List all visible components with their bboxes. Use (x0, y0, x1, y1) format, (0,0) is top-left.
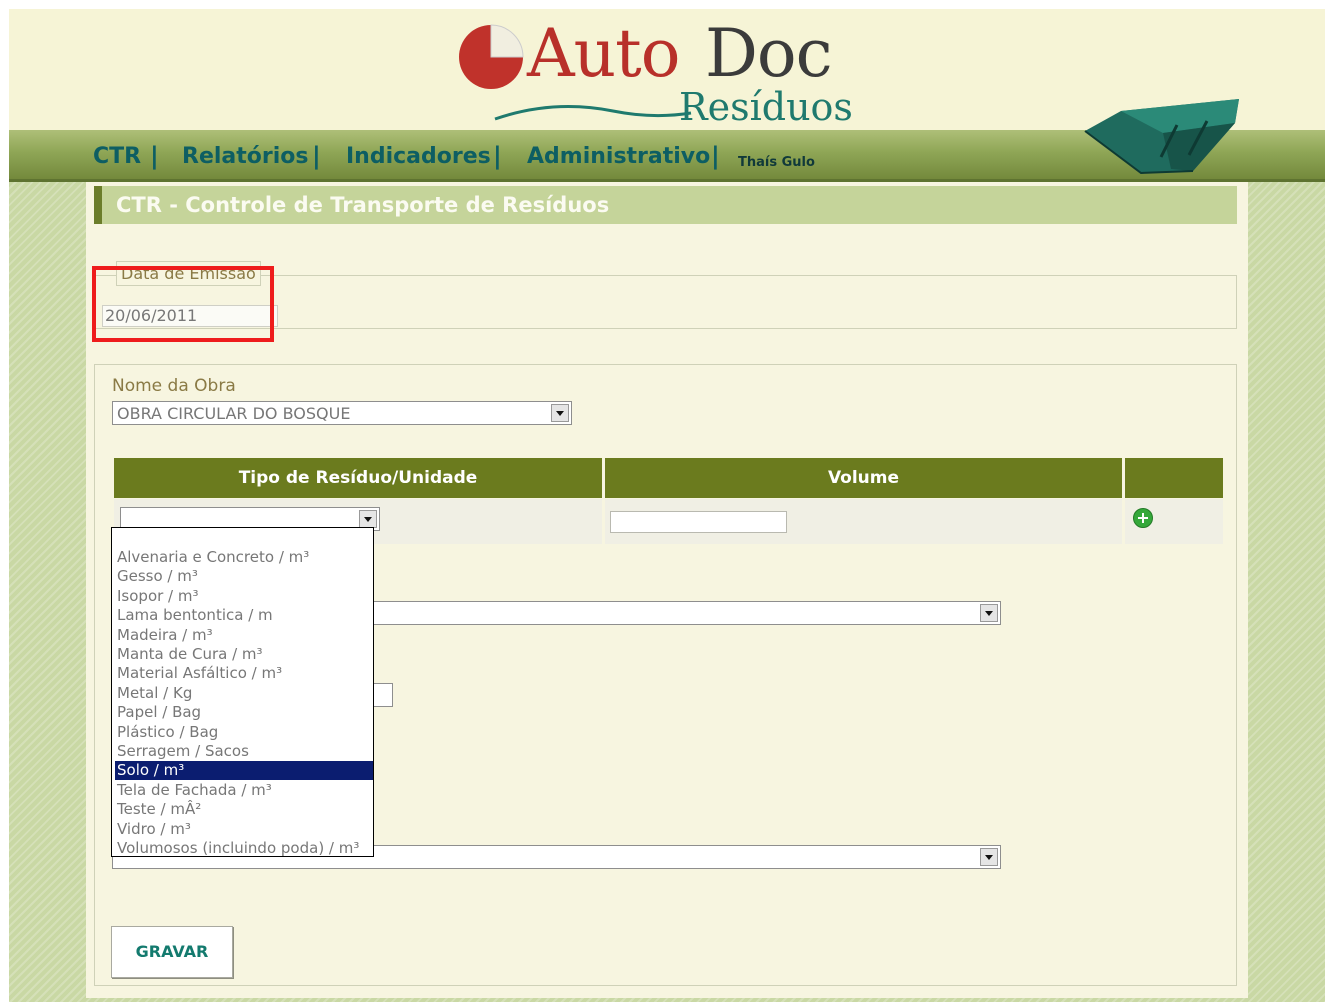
nav-separator: | (312, 142, 321, 170)
dropdown-option[interactable]: Metal / Kg (115, 684, 373, 703)
save-button[interactable]: GRAVAR (111, 926, 233, 978)
dropdown-option[interactable]: Solo / m³ (115, 761, 373, 781)
dropdown-option[interactable]: Lama bentontica / m (115, 606, 373, 625)
chevron-down-icon[interactable] (980, 848, 998, 866)
page-title: CTR - Controle de Transporte de Resíduos (116, 193, 610, 217)
nav-separator: | (711, 142, 720, 170)
column-header-tipo: Tipo de Resíduo/Unidade (114, 458, 602, 498)
nav-separator: | (150, 142, 159, 170)
dropdown-option[interactable]: Serragem / Sacos (115, 742, 373, 761)
logo-text-residuos: Resíduos (679, 85, 853, 129)
logo-text-auto: Auto (527, 15, 680, 92)
dropdown-option[interactable]: Manta de Cura / m³ (115, 645, 373, 664)
add-row-icon[interactable] (1133, 508, 1153, 528)
dropdown-option[interactable]: Tela de Fachada / m³ (115, 781, 373, 800)
dropdown-option[interactable]: Vidro / m³ (115, 820, 373, 839)
nav-item-administrativo[interactable]: Administrativo (527, 144, 710, 169)
obra-select-value: OBRA CIRCULAR DO BOSQUE (117, 404, 351, 423)
obra-select[interactable]: OBRA CIRCULAR DO BOSQUE (112, 401, 572, 425)
nav-separator: | (493, 142, 502, 170)
volume-input[interactable] (610, 511, 787, 533)
logo-pie-icon (459, 24, 524, 89)
logo-swoosh-icon (494, 105, 692, 121)
logo-text-doc: Doc (705, 15, 833, 92)
nav-item-indicadores[interactable]: Indicadores (346, 144, 491, 169)
dropdown-option[interactable]: Plástico / Bag (115, 723, 373, 742)
dropdown-option[interactable]: Gesso / m³ (115, 567, 373, 586)
column-header-volume: Volume (605, 458, 1122, 498)
chevron-down-icon[interactable] (359, 510, 377, 528)
dumpster-icon (1084, 99, 1239, 175)
column-header-actions (1125, 458, 1223, 498)
residuo-type-dropdown-list[interactable]: Alvenaria e Concreto / m³ Gesso / m³ Isopo… (111, 527, 374, 857)
dropdown-option[interactable]: Madeira / m³ (115, 626, 373, 645)
dropdown-option[interactable]: Papel / Bag (115, 703, 373, 722)
autodoc-logo[interactable]: Auto Doc Resíduos (457, 15, 877, 134)
dropdown-option[interactable]: Teste / mÂ² (115, 800, 373, 819)
chevron-down-icon[interactable] (551, 404, 569, 422)
chevron-down-icon[interactable] (980, 604, 998, 622)
dropdown-option[interactable]: Material Asfáltico / m³ (115, 664, 373, 683)
dropdown-option[interactable]: Volumosos (incluindo poda) / m³ (115, 839, 373, 858)
obra-label: Nome da Obra (112, 376, 236, 396)
user-name: Thaís Gulo (738, 155, 815, 170)
highlight-annotation (92, 266, 274, 342)
dropdown-option[interactable]: Alvenaria e Concreto / m³ (115, 548, 373, 567)
nav-item-ctr[interactable]: CTR (93, 144, 141, 169)
nav-item-relatorios[interactable]: Relatórios (182, 144, 308, 169)
dropdown-option[interactable]: Isopor / m³ (115, 587, 373, 606)
section-header: CTR - Controle de Transporte de Resíduos (94, 186, 1237, 224)
